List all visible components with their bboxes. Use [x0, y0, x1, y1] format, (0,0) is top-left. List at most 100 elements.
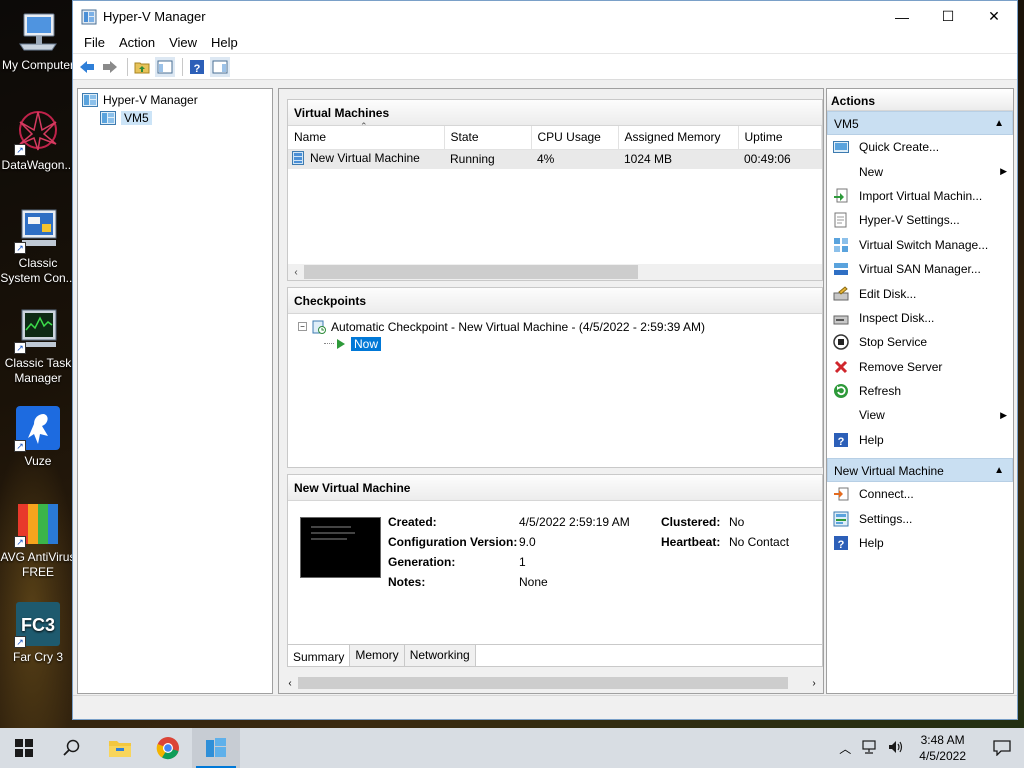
tree-label-selected: VM5: [121, 111, 152, 125]
scrollbar-thumb[interactable]: [298, 677, 788, 689]
column-header-name[interactable]: Name ⌃: [288, 121, 445, 150]
action-quick-create[interactable]: Quick Create...: [827, 135, 1013, 159]
computer-icon: [14, 8, 62, 56]
scroll-left-icon[interactable]: ‹: [282, 678, 298, 689]
taskbar-file-explorer[interactable]: [96, 728, 144, 768]
close-button[interactable]: ✕: [971, 1, 1017, 32]
results-horizontal-scrollbar[interactable]: ‹ ›: [282, 675, 822, 691]
desktop-icon-avg[interactable]: ↗ AVG AntiVirus FREE: [0, 500, 76, 580]
action-center-button[interactable]: [980, 740, 1024, 756]
menu-file[interactable]: File: [77, 32, 112, 54]
action-refresh[interactable]: Refresh: [827, 379, 1013, 403]
help-toolbar-button[interactable]: ?: [187, 57, 207, 77]
san-icon: [833, 261, 849, 277]
control-panel-icon: ↗: [14, 206, 62, 254]
clustered-label: Clustered:: [661, 515, 721, 529]
tree-item-hyperv-manager[interactable]: Hyper-V Manager: [82, 91, 268, 109]
table-row[interactable]: New Virtual Machine Running 4% 1024 MB 0…: [288, 149, 822, 169]
vm-horizontal-scrollbar[interactable]: ‹: [288, 264, 822, 280]
search-button[interactable]: [48, 728, 96, 768]
collapse-caret-icon[interactable]: ▲: [994, 459, 1004, 483]
action-vm-settings[interactable]: Settings...: [827, 506, 1013, 530]
column-header-cpu[interactable]: CPU Usage: [531, 126, 619, 150]
menu-action[interactable]: Action: [112, 32, 162, 54]
group-label: VM5: [834, 117, 859, 131]
action-view[interactable]: View ▶: [827, 403, 1013, 427]
stop-icon: [833, 334, 849, 351]
play-icon: [337, 338, 345, 349]
action-virtual-switch-manager[interactable]: Virtual Switch Manage...: [827, 233, 1013, 257]
action-connect[interactable]: Connect...: [827, 482, 1013, 506]
action-label: Settings...: [859, 511, 913, 526]
actions-group-server[interactable]: VM5 ▲: [827, 111, 1013, 135]
start-button[interactable]: [0, 728, 48, 768]
forward-button[interactable]: [100, 57, 120, 77]
show-action-pane-button[interactable]: [210, 56, 230, 77]
action-inspect-disk[interactable]: Inspect Disk...: [827, 306, 1013, 330]
now-item[interactable]: Now: [298, 335, 822, 352]
up-folder-button[interactable]: [132, 57, 152, 77]
scroll-right-icon[interactable]: ›: [806, 678, 822, 689]
notes-label: Notes:: [388, 575, 426, 589]
desktop-icon-farcry3[interactable]: FC3 ↗ Far Cry 3: [0, 600, 76, 665]
scroll-left-icon[interactable]: ‹: [288, 267, 304, 278]
actions-group-vm[interactable]: New Virtual Machine ▲: [827, 458, 1013, 483]
column-header-memory[interactable]: Assigned Memory: [618, 126, 739, 150]
action-vm-help[interactable]: ? Help: [827, 531, 1013, 555]
desktop-icon-vuze[interactable]: ↗ Vuze: [0, 404, 76, 469]
console-tree-icon: [157, 60, 173, 73]
volume-icon[interactable]: [883, 739, 909, 758]
menu-view[interactable]: View: [162, 32, 204, 54]
show-hidden-icons-chevron-icon[interactable]: ︿: [833, 740, 857, 757]
taskbar-chrome[interactable]: [144, 728, 192, 768]
action-label: Edit Disk...: [859, 286, 917, 301]
desktop-icon-datawagon[interactable]: ↗ DataWagon...: [0, 108, 76, 173]
heartbeat-label: Heartbeat:: [661, 535, 721, 549]
collapse-caret-icon[interactable]: ▲: [994, 112, 1004, 136]
taskbar-hyperv-manager[interactable]: [192, 728, 240, 768]
back-button[interactable]: [77, 57, 97, 77]
network-icon[interactable]: [857, 739, 883, 758]
action-new[interactable]: New ▶: [827, 159, 1013, 183]
desktop-icon-task-manager[interactable]: ↗ Classic Task Manager: [0, 306, 76, 386]
toolbar: ?: [73, 54, 1017, 80]
column-header-uptime[interactable]: Uptime: [738, 126, 822, 150]
desktop-icon-control-panel[interactable]: ↗ Classic System Con...: [0, 206, 76, 286]
minimize-icon: —: [895, 8, 909, 25]
farcry3-icon: FC3 ↗: [14, 600, 62, 648]
collapse-icon[interactable]: −: [298, 322, 307, 331]
column-header-state[interactable]: State: [444, 126, 532, 150]
desktop-icon-my-computer[interactable]: My Computer: [0, 8, 76, 73]
details-panel: New Virtual Machine Created: 4/5/2022 2:…: [287, 474, 823, 667]
clock[interactable]: 3:48 AM 4/5/2022: [919, 732, 966, 764]
checkpoint-item[interactable]: − Automatic Checkpoint - New Virtual Mac…: [298, 318, 822, 335]
submenu-arrow-icon: ▶: [1000, 409, 1007, 420]
search-icon: [63, 739, 80, 756]
maximize-button[interactable]: ☐: [925, 1, 971, 32]
action-edit-disk[interactable]: Edit Disk...: [827, 281, 1013, 305]
action-stop-service[interactable]: Stop Service: [827, 330, 1013, 354]
vm-uptime: 00:49:06: [738, 149, 822, 169]
show-hide-tree-button[interactable]: [155, 56, 175, 77]
heartbeat-value: No Contact: [729, 535, 790, 549]
action-help[interactable]: ? Help: [827, 428, 1013, 452]
hyperv-manager-icon: [82, 93, 98, 107]
svg-text:FC3: FC3: [21, 615, 55, 635]
minimize-button[interactable]: —: [879, 1, 925, 32]
menu-help[interactable]: Help: [204, 32, 245, 54]
toolbar-separator: [127, 57, 128, 76]
action-remove-server[interactable]: Remove Server: [827, 355, 1013, 379]
tab-memory[interactable]: Memory: [350, 645, 405, 666]
tab-summary[interactable]: Summary: [288, 645, 351, 666]
config-version-value: 9.0: [519, 535, 536, 549]
tab-networking[interactable]: Networking: [404, 645, 476, 666]
action-import-vm[interactable]: Import Virtual Machin...: [827, 184, 1013, 208]
console-tree: Hyper-V Manager VM5: [77, 88, 273, 694]
results-pane: Virtual Machines Name ⌃ State CPU Usage A…: [278, 88, 824, 694]
vm-thumbnail[interactable]: [300, 517, 381, 578]
action-hyperv-settings[interactable]: Hyper-V Settings...: [827, 208, 1013, 232]
tree-item-server[interactable]: VM5: [82, 109, 268, 127]
action-virtual-san-manager[interactable]: Virtual SAN Manager...: [827, 257, 1013, 281]
title-bar[interactable]: Hyper-V Manager — ☐ ✕: [73, 1, 1017, 32]
scrollbar-thumb[interactable]: [304, 265, 638, 279]
